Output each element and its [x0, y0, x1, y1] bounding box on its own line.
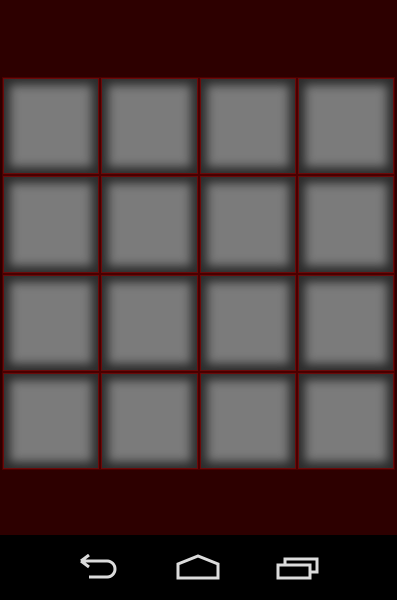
tile-face: [200, 79, 295, 174]
tile-face: [4, 275, 99, 370]
tile-r4-c1[interactable]: [3, 372, 100, 469]
tile-face: [298, 79, 393, 174]
tile-face: [298, 373, 393, 468]
tile-face: [4, 177, 99, 272]
tile-face: [102, 177, 197, 272]
tile-face: [4, 79, 99, 174]
tile-r1-c4[interactable]: [297, 78, 394, 175]
tile-r3-c3[interactable]: [199, 274, 296, 371]
tile-r3-c2[interactable]: [101, 274, 198, 371]
recent-apps-icon: [276, 557, 319, 580]
tile-r2-c4[interactable]: [297, 176, 394, 273]
tile-r4-c2[interactable]: [101, 372, 198, 469]
home-icon: [176, 554, 220, 580]
navigation-bar: [0, 535, 397, 600]
tile-r1-c3[interactable]: [199, 78, 296, 175]
tile-face: [102, 373, 197, 468]
back-icon: [80, 554, 117, 579]
tile-r1-c2[interactable]: [101, 78, 198, 175]
tile-face: [102, 275, 197, 370]
tile-r4-c3[interactable]: [199, 372, 296, 469]
tile-face: [298, 275, 393, 370]
tile-r2-c2[interactable]: [101, 176, 198, 273]
phone-screen: [0, 0, 397, 600]
back-button[interactable]: [71, 547, 127, 587]
tile-face: [200, 275, 295, 370]
tile-face: [200, 177, 295, 272]
recent-apps-button[interactable]: [270, 547, 326, 587]
home-button[interactable]: [170, 547, 226, 587]
tile-face: [102, 79, 197, 174]
tile-r3-c1[interactable]: [3, 274, 100, 371]
tile-r3-c4[interactable]: [297, 274, 394, 371]
tile-r2-c3[interactable]: [199, 176, 296, 273]
tile-board: [2, 77, 395, 470]
tile-r4-c4[interactable]: [297, 372, 394, 469]
tile-r1-c1[interactable]: [3, 78, 100, 175]
tile-r2-c1[interactable]: [3, 176, 100, 273]
game-area: [0, 0, 397, 535]
tile-face: [4, 373, 99, 468]
tile-face: [298, 177, 393, 272]
tile-face: [200, 373, 295, 468]
